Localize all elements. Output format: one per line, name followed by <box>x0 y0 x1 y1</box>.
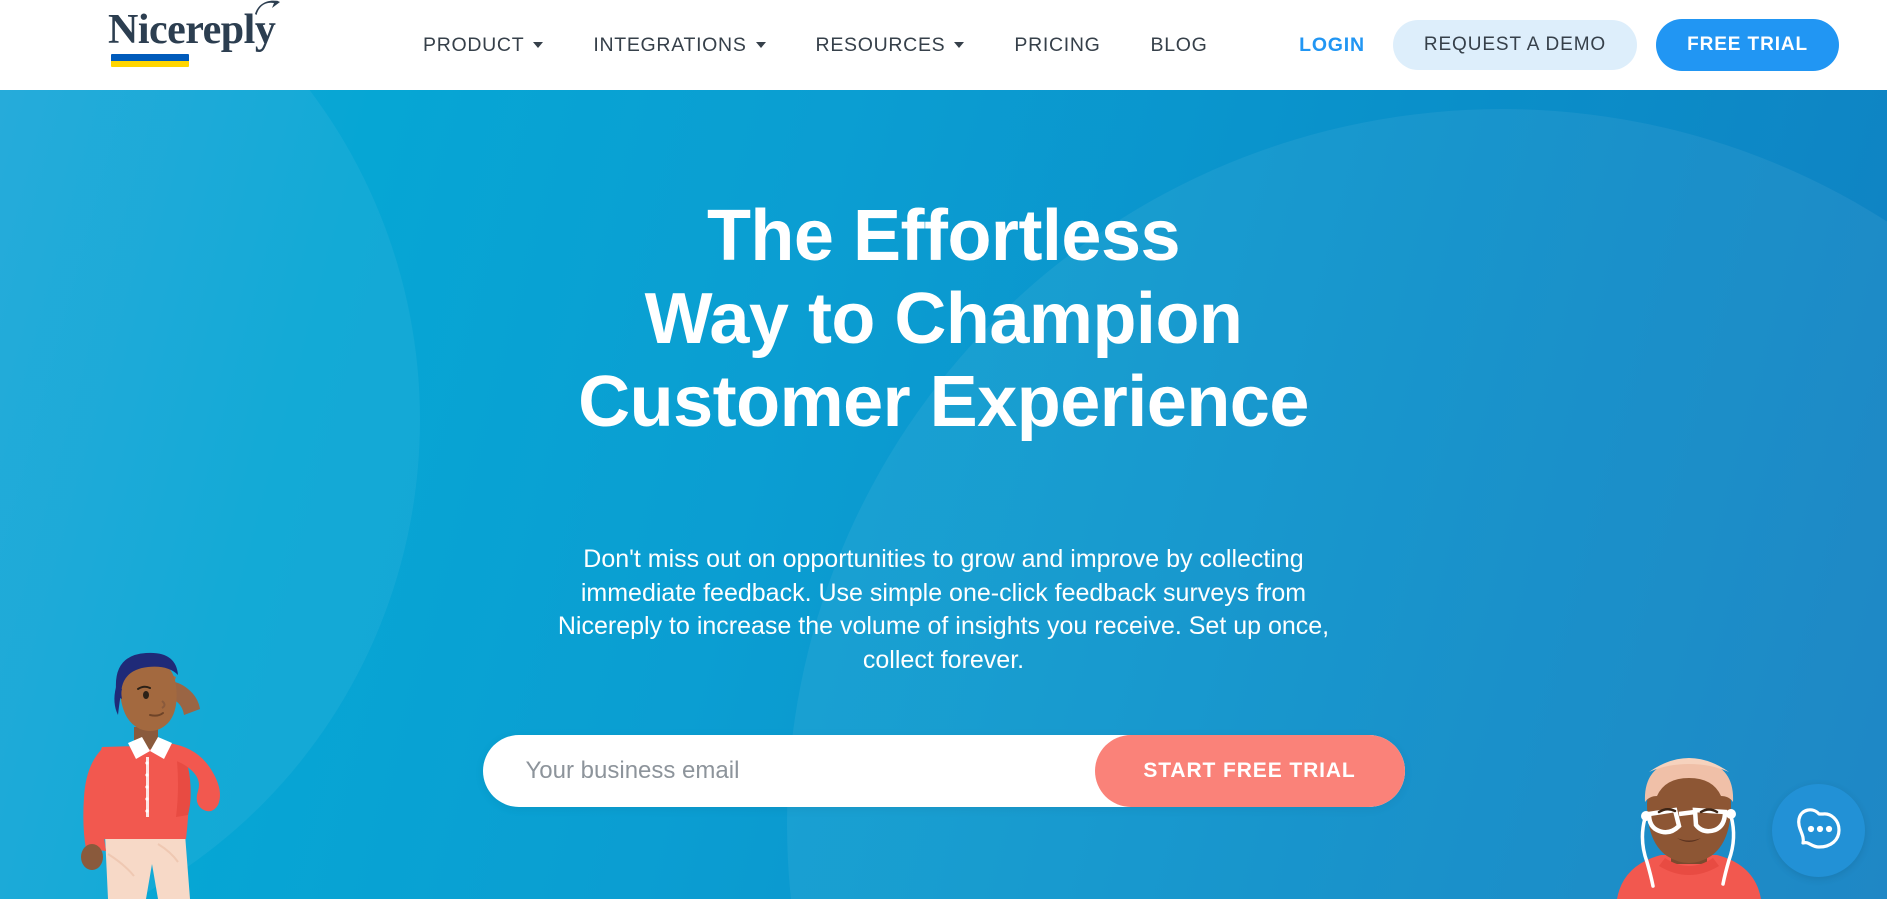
free-trial-button[interactable]: FREE TRIAL <box>1656 19 1839 71</box>
email-input[interactable] <box>482 757 1095 785</box>
login-link[interactable]: LOGIN <box>1277 34 1387 57</box>
nav-label: PRICING <box>1014 33 1101 56</box>
header-actions: LOGIN REQUEST A DEMO FREE TRIAL <box>1277 0 1839 90</box>
nav-item-pricing[interactable]: PRICING <box>989 34 1125 57</box>
main-navigation: PRODUCT INTEGRATIONS RESOURCES PRICING B… <box>398 0 1233 90</box>
signup-form: START FREE TRIAL <box>482 735 1405 807</box>
logo-text: Nicereply <box>108 7 276 53</box>
nav-item-blog[interactable]: BLOG <box>1126 34 1233 57</box>
headline-line-2: Way to Champion <box>644 279 1243 359</box>
chevron-down-icon <box>954 42 965 48</box>
nav-label: RESOURCES <box>815 33 946 56</box>
flag-stripe-yellow <box>111 60 189 68</box>
nav-item-product[interactable]: PRODUCT <box>398 34 568 57</box>
nav-label: PRODUCT <box>423 33 525 56</box>
nav-label: INTEGRATIONS <box>593 33 747 56</box>
hero-subheadline: Don't miss out on opportunities to grow … <box>557 545 1330 674</box>
headline-line-1: The Effortless <box>706 196 1181 276</box>
reply-arrow-icon <box>255 0 281 15</box>
person-with-headphones-illustration <box>1617 758 1761 899</box>
ukraine-flag-icon <box>111 54 189 68</box>
headline-line-3: Customer Experience <box>578 362 1309 442</box>
person-shielding-eyes-illustration <box>81 652 220 899</box>
chat-bubble-icon <box>1796 807 1841 849</box>
hero-section: The Effortless Way to Champion Customer … <box>0 90 1887 899</box>
chevron-down-icon <box>533 42 544 48</box>
chat-widget-button[interactable] <box>1772 784 1865 877</box>
request-demo-button[interactable]: REQUEST A DEMO <box>1392 20 1638 70</box>
logo-row: Nicereply <box>108 0 281 53</box>
start-free-trial-button[interactable]: START FREE TRIAL <box>1094 735 1405 807</box>
nav-item-integrations[interactable]: INTEGRATIONS <box>568 34 790 57</box>
logo[interactable]: Nicereply <box>108 0 293 78</box>
page-title: The Effortless Way to Champion Customer … <box>0 195 1887 444</box>
nav-label: BLOG <box>1150 33 1208 56</box>
site-header: Nicereply PRODUCT INTEGRATIONS RESOURCES… <box>0 0 1887 90</box>
chevron-down-icon <box>755 42 766 48</box>
nav-item-resources[interactable]: RESOURCES <box>791 34 990 57</box>
hero-content: The Effortless Way to Champion Customer … <box>0 90 1887 899</box>
